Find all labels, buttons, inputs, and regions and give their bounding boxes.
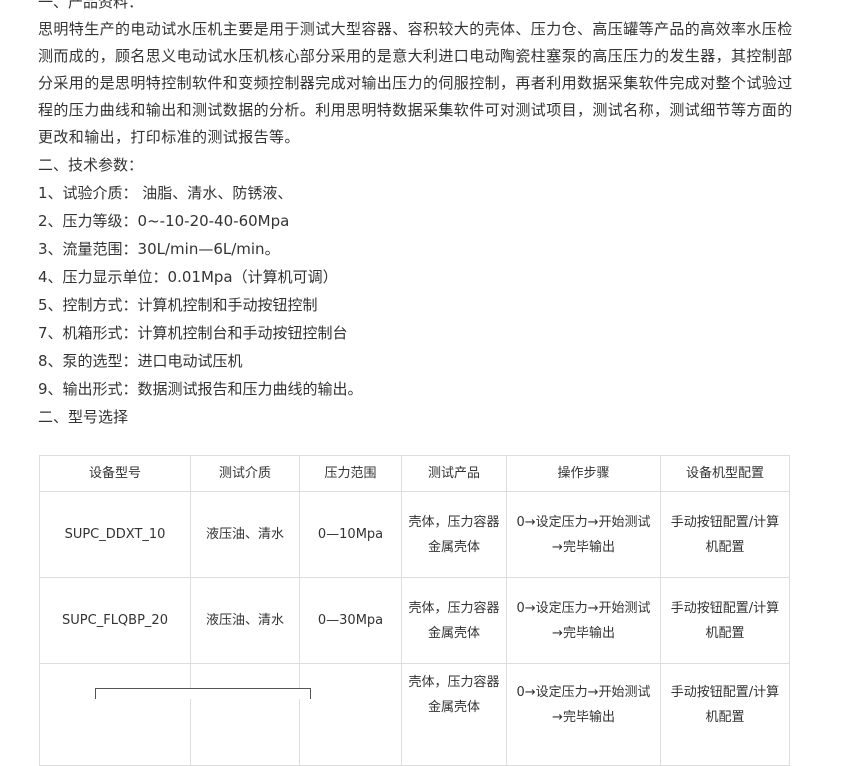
cell-test-product: 壳体，压力容器 金属壳体 xyxy=(401,577,507,664)
cell-medium: 液压油、清水 xyxy=(190,491,300,578)
header-configuration: 设备机型配置 xyxy=(660,455,790,492)
product-description: 思明特生产的电动试水压机主要是用于测试大型容器、容积较大的壳体、压力仓、高压罐等… xyxy=(38,20,793,146)
cell-pressure-range xyxy=(299,663,402,766)
cell-medium xyxy=(190,663,300,766)
param-pressure-level: 2、压力等级：0~-10-20-40-60Mpa xyxy=(38,212,290,230)
cell-model xyxy=(39,663,191,766)
param-cabinet-type: 7、机箱形式：计算机控制台和手动按钮控制台 xyxy=(38,324,348,342)
cell-configuration: 手动按钮配置/计算机配置 xyxy=(660,577,790,664)
section-heading-product-info: 一、产品资料： xyxy=(38,0,144,11)
table-header-row: 设备型号 测试介质 压力范围 测试产品 操作步骤 设备机型配置 xyxy=(39,455,790,492)
param-pump-type: 8、泵的选型：进口电动试压机 xyxy=(38,352,243,370)
cell-pressure-range: 0—10Mpa xyxy=(299,491,402,578)
header-procedure: 操作步骤 xyxy=(506,455,661,492)
cell-test-product: 壳体，压力容器 金属壳体 xyxy=(401,663,507,766)
cell-procedure: 0→设定压力→开始测试→完毕输出 xyxy=(506,663,661,766)
cell-procedure: 0→设定压力→开始测试→完毕输出 xyxy=(506,491,661,578)
cell-medium: 液压油、清水 xyxy=(190,577,300,664)
param-medium: 1、试验介质： 油脂、清水、防锈液、 xyxy=(38,184,293,202)
cell-configuration: 手动按钮配置/计算机配置 xyxy=(660,491,790,578)
section-heading-model-selection: 二、型号选择 xyxy=(38,408,129,426)
param-control-mode: 5、控制方式：计算机控制和手动按钮控制 xyxy=(38,296,318,314)
table-row: SUPC_DDXT_10 液压油、清水 0—10Mpa 壳体，压力容器 金属壳体… xyxy=(39,491,790,578)
model-selection-table: 设备型号 测试介质 压力范围 测试产品 操作步骤 设备机型配置 SUPC_DDX… xyxy=(39,455,790,766)
cell-model: SUPC_DDXT_10 xyxy=(39,491,191,578)
section-heading-tech-params: 二、技术参数： xyxy=(38,156,144,174)
article-body: 一、产品资料： 思明特生产的电动试水压机主要是用于测试大型容器、容积较大的壳体、… xyxy=(38,0,798,431)
header-test-product: 测试产品 xyxy=(401,455,507,492)
header-pressure-range: 压力范围 xyxy=(299,455,402,492)
header-model: 设备型号 xyxy=(39,455,191,492)
cell-procedure: 0→设定压力→开始测试→完毕输出 xyxy=(506,577,661,664)
param-output-form: 9、输出形式：数据测试报告和压力曲线的输出。 xyxy=(38,380,363,398)
header-medium: 测试介质 xyxy=(190,455,300,492)
param-display-unit: 4、压力显示单位：0.01Mpa（计算机可调） xyxy=(38,268,338,286)
cell-configuration: 手动按钮配置/计算机配置 xyxy=(660,663,790,766)
cell-pressure-range: 0—30Mpa xyxy=(299,577,402,664)
popup-box xyxy=(95,688,311,699)
cell-test-product: 壳体，压力容器 金属壳体 xyxy=(401,491,507,578)
table-row: 壳体，压力容器 金属壳体 0→设定压力→开始测试→完毕输出 手动按钮配置/计算机… xyxy=(39,663,790,766)
param-flow-range: 3、流量范围：30L/min—6L/min。 xyxy=(38,240,280,258)
table-row: SUPC_FLQBP_20 液压油、清水 0—30Mpa 壳体，压力容器 金属壳… xyxy=(39,577,790,664)
cell-model: SUPC_FLQBP_20 xyxy=(39,577,191,664)
